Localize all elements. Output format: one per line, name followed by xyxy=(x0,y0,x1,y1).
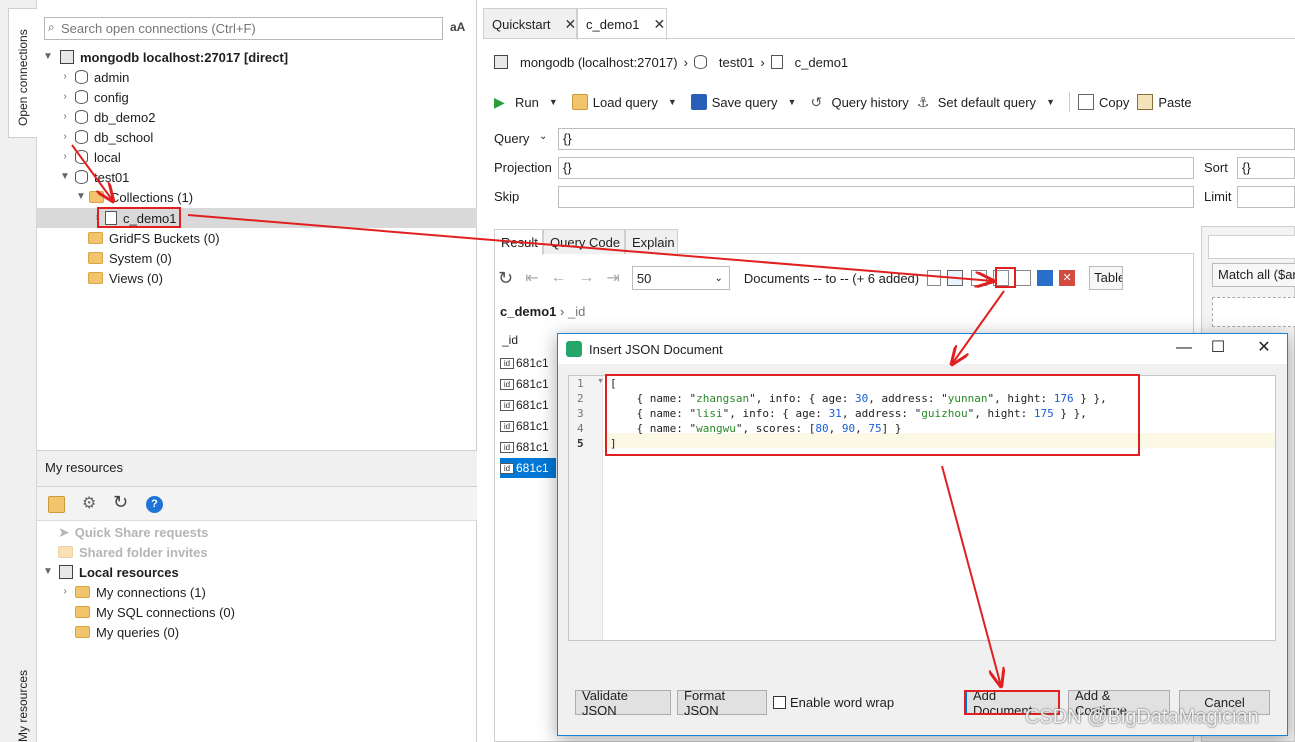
arrow-to-json xyxy=(952,290,1005,364)
arrow-to-add-button xyxy=(941,465,1001,686)
arrow-to-collection xyxy=(71,144,113,201)
annotation-arrows xyxy=(71,144,1295,742)
watermark-text: CSDN @BigDataMagician xyxy=(1025,706,1259,728)
arrow-to-insert-icon xyxy=(187,214,993,281)
